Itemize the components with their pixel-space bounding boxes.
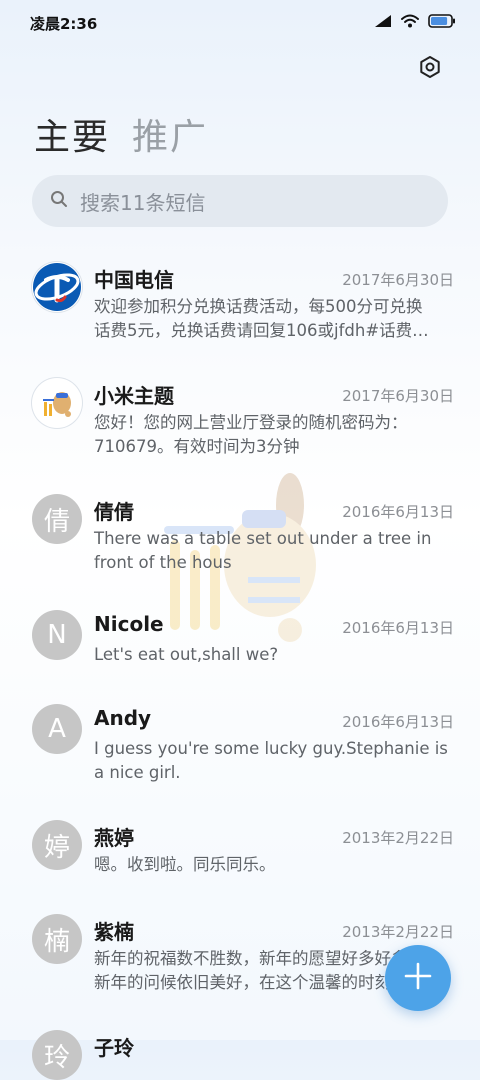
contact-name: Andy xyxy=(94,706,152,730)
plus-icon xyxy=(403,961,433,995)
tab-primary[interactable]: 主要 xyxy=(34,108,110,160)
message-preview: 您好！您的网上营业厅登录的随机密码为： 710679。有效时间为3分钟 xyxy=(94,411,454,459)
list-item[interactable]: 倩 倩倩 2016年6月13日 There was a table set ou… xyxy=(0,482,480,598)
preview-line: 嗯。收到啦。同乐同乐。 xyxy=(94,855,276,874)
status-bar: 凌晨2:36 xyxy=(0,0,480,44)
avatar: 玲 xyxy=(32,1030,82,1080)
avatar: N xyxy=(32,610,82,660)
preview-line: front of the hous xyxy=(94,553,232,572)
settings-button[interactable] xyxy=(414,53,446,85)
wifi-icon xyxy=(401,13,419,32)
contact-name: 燕婷 xyxy=(94,826,134,850)
status-icons xyxy=(374,13,456,32)
contact-name: 倩倩 xyxy=(94,500,134,524)
avatar: A xyxy=(32,704,82,754)
preview-line: 您好！您的网上营业厅登录的随机密码为： xyxy=(94,413,408,432)
message-date: 2016年6月13日 xyxy=(342,503,454,521)
settings-hexagon-icon xyxy=(418,55,442,83)
contact-name: Nicole xyxy=(94,612,164,636)
message-date: 2016年6月13日 xyxy=(342,713,454,731)
mi-theme-logo-icon xyxy=(32,378,82,428)
avatar: 倩 xyxy=(32,494,82,544)
preview-line: There was a table set out under a tree i… xyxy=(94,529,432,548)
china-telecom-logo-icon xyxy=(32,262,82,312)
avatar: 婷 xyxy=(32,820,82,870)
message-date: 2013年2月22日 xyxy=(342,923,454,941)
message-date: 2013年2月22日 xyxy=(342,829,454,847)
contact-name: 中国电信 xyxy=(94,268,174,292)
new-message-button[interactable] xyxy=(385,945,451,1011)
avatar: 楠 xyxy=(32,914,82,964)
search-placeholder: 搜索11条短信 xyxy=(80,190,206,215)
battery-fill xyxy=(431,17,448,25)
preview-line: I guess you're some lucky guy.Stephanie … xyxy=(94,739,448,758)
message-preview: 嗯。收到啦。同乐同乐。 xyxy=(94,853,454,877)
contact-name: 子玲 xyxy=(94,1036,134,1060)
preview-line: a nice girl. xyxy=(94,763,181,782)
search-icon xyxy=(50,190,68,212)
battery-icon xyxy=(428,13,456,32)
list-item[interactable]: 婷 燕婷 2013年2月22日 嗯。收到啦。同乐同乐。 xyxy=(0,808,480,902)
message-date: 2017年6月30日 xyxy=(342,271,454,289)
tab-promotions[interactable]: 推广 xyxy=(132,108,208,160)
tab-bar: 主要 推广 xyxy=(34,108,208,160)
message-preview: I guess you're some lucky guy.Stephanie … xyxy=(94,737,454,785)
list-item[interactable]: N Nicole 2016年6月13日 Let's eat out,shall … xyxy=(0,598,480,692)
list-item[interactable]: A Andy 2016年6月13日 I guess you're some lu… xyxy=(0,692,480,808)
message-preview: There was a table set out under a tree i… xyxy=(94,527,454,575)
message-date: 2017年6月30日 xyxy=(342,387,454,405)
message-date: 2016年6月13日 xyxy=(342,619,454,637)
contact-name: 紫楠 xyxy=(94,920,134,944)
contact-name: 小米主题 xyxy=(94,384,174,408)
preview-line: Let's eat out,shall we? xyxy=(94,645,279,664)
preview-line: 710679。有效时间为3分钟 xyxy=(94,437,300,456)
status-time: 凌晨2:36 xyxy=(30,15,98,33)
preview-line: 欢迎参加积分兑换话费活动，每500分可兑换 xyxy=(94,297,423,316)
message-preview: 欢迎参加积分兑换话费活动，每500分可兑换 话费5元，兑换话费请回复106或jf… xyxy=(94,295,454,343)
search-bar[interactable]: 搜索11条短信 xyxy=(32,175,448,227)
preview-line: 话费5元，兑换话费请回复106或jfdh#话费… xyxy=(94,321,429,340)
cellular-signal-icon xyxy=(374,13,392,32)
list-item[interactable]: 小米主题 2017年6月30日 您好！您的网上营业厅登录的随机密码为： 7106… xyxy=(0,366,480,482)
list-item[interactable]: 中国电信 2017年6月30日 欢迎参加积分兑换话费活动，每500分可兑换 话费… xyxy=(0,250,480,366)
message-preview: Let's eat out,shall we? xyxy=(94,643,454,667)
list-item[interactable]: 玲 子玲 xyxy=(0,1018,480,1080)
